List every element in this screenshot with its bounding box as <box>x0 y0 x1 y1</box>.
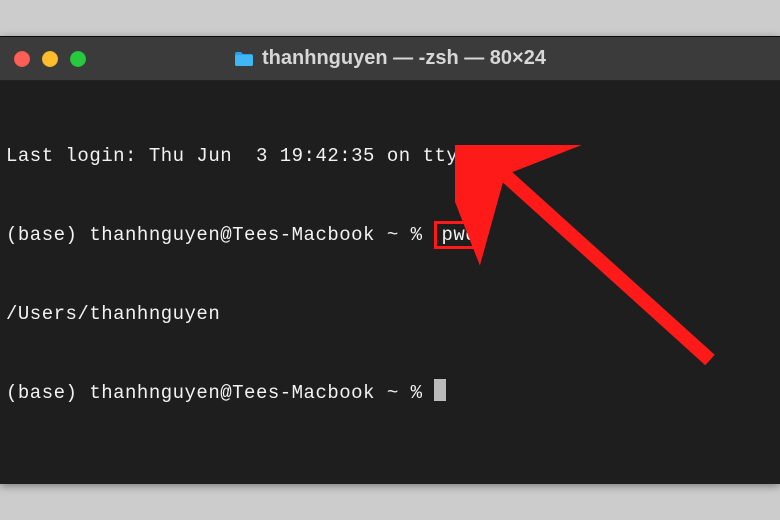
prompt-line-2: (base) thanhnguyen@Tees-Macbook ~ % <box>6 379 774 406</box>
close-button[interactable] <box>14 51 30 67</box>
traffic-lights <box>14 51 86 67</box>
output-line-1: /Users/thanhnguyen <box>6 301 774 327</box>
maximize-button[interactable] <box>70 51 86 67</box>
window-title-container: thanhnguyen — -zsh — 80×24 <box>0 47 780 70</box>
command-pwd: pwd <box>434 221 484 249</box>
window-title: thanhnguyen — -zsh — 80×24 <box>262 47 546 70</box>
minimize-button[interactable] <box>42 51 58 67</box>
folder-icon <box>234 51 254 67</box>
last-login-line: Last login: Thu Jun 3 19:42:35 on ttys00… <box>6 143 774 169</box>
terminal-window: thanhnguyen — -zsh — 80×24 Last login: T… <box>0 36 780 484</box>
terminal-body[interactable]: Last login: Thu Jun 3 19:42:35 on ttys00… <box>0 81 780 468</box>
cursor <box>434 379 446 401</box>
prompt-prefix-1: (base) thanhnguyen@Tees-Macbook ~ % <box>6 224 434 246</box>
title-bar: thanhnguyen — -zsh — 80×24 <box>0 37 780 81</box>
prompt-line-1: (base) thanhnguyen@Tees-Macbook ~ % pwd <box>6 221 774 249</box>
prompt-prefix-2: (base) thanhnguyen@Tees-Macbook ~ % <box>6 382 434 404</box>
